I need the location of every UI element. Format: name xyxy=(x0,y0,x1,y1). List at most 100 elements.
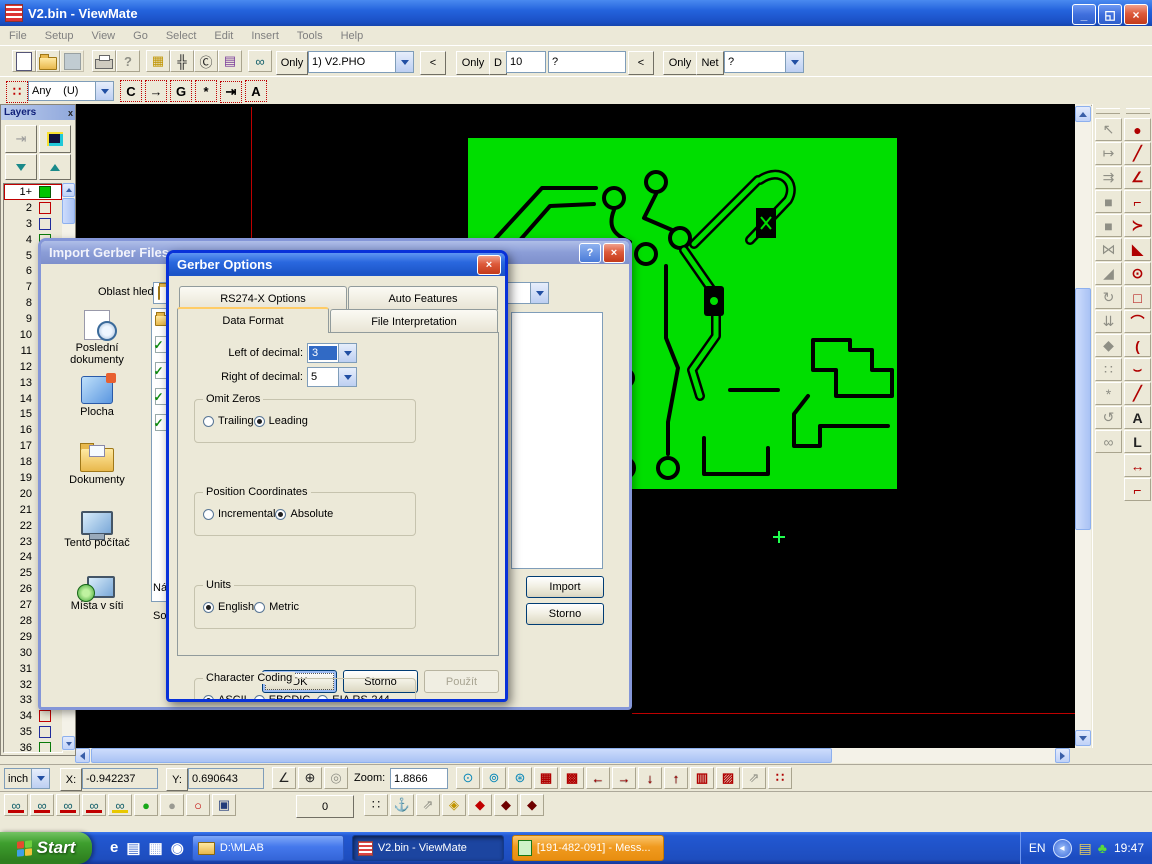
save-file-icon[interactable] xyxy=(60,50,84,72)
gerber-dialog-titlebar[interactable]: Gerber Options × xyxy=(169,253,505,276)
film-colors-icon[interactable]: ▤ xyxy=(218,50,242,72)
prev-layer-button[interactable]: < xyxy=(420,51,446,75)
tile-window-icon[interactable]: ▣ xyxy=(212,794,236,816)
layer-row[interactable]: 36 xyxy=(4,740,62,753)
canvas-vscrollbar[interactable] xyxy=(1075,104,1091,748)
radio-icon[interactable] xyxy=(254,695,265,703)
pan-left-icon[interactable]: ← xyxy=(586,767,610,789)
scroll-up-icon[interactable] xyxy=(1075,106,1091,122)
toolbar-grip[interactable] xyxy=(1126,108,1150,114)
layer-stack-icon[interactable] xyxy=(39,125,71,153)
left-of-decimal-combo[interactable]: 3 xyxy=(307,343,357,363)
zoom-dynamic-icon[interactable]: ⊛ xyxy=(508,767,532,789)
inspect-glasses-icon[interactable]: ∞ xyxy=(248,50,272,72)
prev-net-button[interactable]: < xyxy=(628,51,654,75)
probe-icon[interactable]: ◎ xyxy=(324,767,348,789)
tab-file-interpretation[interactable]: File Interpretation xyxy=(330,309,498,333)
draw-label-icon[interactable]: L xyxy=(1124,430,1151,453)
places-bar-item[interactable]: Tento počítač xyxy=(47,508,147,574)
draw-dimension-icon[interactable]: ↔ xyxy=(1124,454,1151,477)
context-help-icon[interactable]: ? xyxy=(116,50,140,72)
layer-row[interactable]: 1+ xyxy=(4,184,62,200)
radio-option[interactable]: ASCII xyxy=(203,694,247,702)
layer-row[interactable]: 3 xyxy=(4,216,62,232)
places-bar-item[interactable]: Dokumenty xyxy=(47,442,147,508)
start-button[interactable]: Start xyxy=(0,832,92,864)
restore-button[interactable]: ◱ xyxy=(1098,4,1122,25)
step-icon[interactable]: ⇥ xyxy=(220,81,242,103)
layer-color-box[interactable] xyxy=(39,742,51,753)
menu-item[interactable]: Tools xyxy=(288,30,332,42)
close-icon[interactable]: × xyxy=(603,243,625,263)
draw-arc2-icon[interactable]: ⌣ xyxy=(1124,358,1151,381)
open-file-icon[interactable] xyxy=(36,50,60,72)
move-icon[interactable]: ↦ xyxy=(1095,142,1122,165)
taskbar-task[interactable]: V2.bin - ViewMate xyxy=(352,835,504,861)
radio-icon[interactable] xyxy=(317,695,328,703)
scroll-left-icon[interactable] xyxy=(75,748,90,763)
apply-button[interactable]: Použít xyxy=(424,670,499,693)
draw-arrow-icon[interactable]: ≻ xyxy=(1124,214,1151,237)
layer-swap-icon[interactable]: ▨ xyxy=(716,767,740,789)
layer-color-box[interactable] xyxy=(39,710,51,722)
new-file-icon[interactable] xyxy=(12,50,36,72)
zoom-select-icon[interactable]: ⊚ xyxy=(482,767,506,789)
places-bar-item[interactable]: Plocha xyxy=(47,376,147,442)
tools-icon[interactable]: ╬ xyxy=(170,50,194,72)
bulb-off-icon[interactable]: ● xyxy=(160,794,184,816)
only-dcode-button[interactable]: Only xyxy=(456,51,490,75)
scroll-down-icon[interactable] xyxy=(1075,730,1091,746)
import-button[interactable]: Import xyxy=(526,576,604,598)
tab-data-format[interactable]: Data Format xyxy=(177,307,329,333)
origin-icon[interactable]: ⊕ xyxy=(298,767,322,789)
layer-row[interactable]: 34 xyxy=(4,708,62,724)
radio-option[interactable]: Absolute xyxy=(275,508,333,520)
radio-icon[interactable] xyxy=(275,509,286,520)
select-dots-icon[interactable]: ∷ xyxy=(768,767,792,789)
layer-up-icon[interactable] xyxy=(39,154,71,180)
menu-item[interactable]: Insert xyxy=(242,30,288,42)
unit-combo[interactable]: inch xyxy=(4,768,50,789)
radio-icon[interactable] xyxy=(203,509,214,520)
language-indicator[interactable]: EN xyxy=(1029,841,1046,855)
radio-option[interactable]: EBCDIC xyxy=(254,694,311,702)
scroll-up-icon[interactable] xyxy=(62,183,75,197)
layer-color-box[interactable] xyxy=(39,202,51,214)
scroll-right-icon[interactable] xyxy=(1055,748,1070,763)
layer-row[interactable]: 2 xyxy=(4,200,62,216)
close-icon[interactable]: × xyxy=(477,255,501,275)
bulb-on-icon[interactable]: ● xyxy=(134,794,158,816)
board-grid-icon[interactable]: ▦ xyxy=(534,767,558,789)
layers-panel-titlebar[interactable]: Layers x xyxy=(1,105,75,120)
scroll-down-icon[interactable] xyxy=(62,736,75,750)
bulb-outline-icon[interactable]: ○ xyxy=(186,794,210,816)
radio-option[interactable]: English xyxy=(203,601,254,613)
draw-triangle-icon[interactable]: ◣ xyxy=(1124,238,1151,261)
highlight-g-icon[interactable]: G xyxy=(170,80,192,102)
radio-icon[interactable] xyxy=(254,416,265,427)
dcode-list-icon[interactable]: Ⓒ xyxy=(194,50,218,72)
radio-icon[interactable] xyxy=(203,695,214,703)
draw-arc-icon[interactable]: ⌒ xyxy=(1124,310,1151,333)
flash-icon[interactable]: * xyxy=(195,80,217,102)
layer-insert-icon[interactable]: ⇥ xyxy=(5,125,37,153)
anchor-icon[interactable]: ⚓ xyxy=(390,794,414,816)
group-icon[interactable]: ∞ xyxy=(1095,430,1122,453)
icq-flower-icon[interactable]: ♣ xyxy=(1098,841,1107,855)
help-icon[interactable]: ? xyxy=(579,243,601,263)
layer-select-combo[interactable]: 1) V2.PHO xyxy=(308,51,414,73)
only-net-button[interactable]: Only xyxy=(663,51,697,75)
radio-icon[interactable] xyxy=(203,416,214,427)
sparkle-pad-icon[interactable]: ◈ xyxy=(442,794,466,816)
pan-up-icon[interactable]: ↑ xyxy=(664,767,688,789)
hscroll-thumb[interactable] xyxy=(91,748,832,763)
chevron-down-icon[interactable] xyxy=(31,769,49,788)
draw-sketch-icon[interactable]: ╱ xyxy=(1124,382,1151,405)
minimize-button[interactable]: _ xyxy=(1072,4,1096,25)
layer-color-box[interactable] xyxy=(39,726,51,738)
zoom-in-icon[interactable]: ⊙ xyxy=(456,767,480,789)
layer-grid-icon[interactable]: ▥ xyxy=(690,767,714,789)
radio-option[interactable]: Leading xyxy=(254,415,308,427)
copy-icon[interactable]: ⇉ xyxy=(1095,166,1122,189)
menu-item[interactable]: File xyxy=(0,30,36,42)
